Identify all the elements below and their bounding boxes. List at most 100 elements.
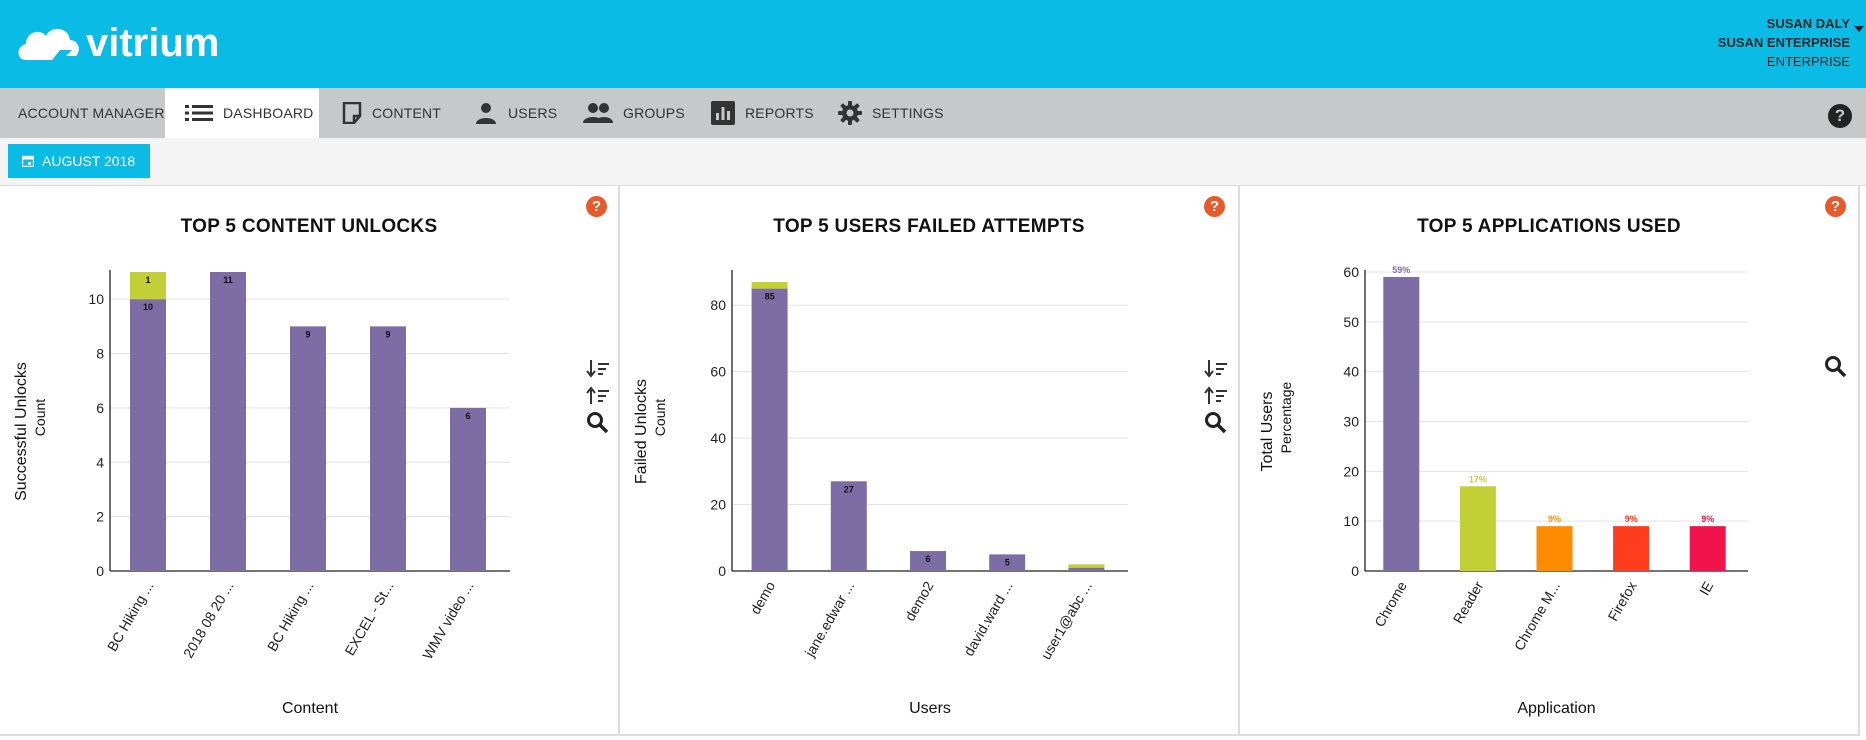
y-axis-subtitle: Count (32, 399, 48, 436)
bar (290, 326, 326, 571)
applications-used-panel: TOP 5 APPLICATIONS USED ? 0 10 20 30 40 50 60 5… (1240, 186, 1860, 736)
x-tick-label: demo2 (901, 578, 936, 623)
users-failed-attempts-chart: 0 20 40 60 80 85 demo 27 jane.edwar ... 6 demo2 5 da… (633, 270, 1128, 717)
data-label: 6 (925, 554, 930, 564)
x-tick-label: Chrome (1371, 578, 1410, 629)
y-tick-label: 60 (710, 364, 726, 380)
data-label: 9% (1625, 514, 1638, 524)
company-name: SUSAN ENTERPRISE (1717, 35, 1850, 50)
user-menu[interactable]: SUSAN DALY SUSAN ENTERPRISE ENTERPRISE (1718, 14, 1850, 71)
bar (1459, 486, 1496, 571)
y-tick-label: 6 (96, 400, 104, 416)
data-label: 9% (1548, 514, 1561, 524)
cloud-icon (18, 28, 79, 60)
x-tick-label: user1@abc ... (1037, 579, 1095, 663)
applications-used-chart: 0 10 20 30 40 50 60 59% Chrome 17% Reader 9% Chrome … (1259, 264, 1748, 717)
data-label: 9 (305, 329, 310, 339)
plan-name: ENTERPRISE (1766, 54, 1850, 69)
bar (1689, 526, 1726, 571)
y-axis-title: Total Users (1259, 391, 1276, 471)
nav-settings[interactable]: SETTINGS (838, 88, 968, 138)
date-label: AUGUST 2018 (42, 153, 136, 169)
bar (1068, 564, 1105, 568)
y-tick-label: 0 (718, 563, 726, 579)
bar (751, 281, 788, 289)
y-axis-title: Failed Unlocks (633, 379, 650, 484)
group-icon (583, 103, 613, 123)
user-icon (476, 103, 496, 124)
nav-label: DASHBOARD (223, 105, 314, 121)
data-label: 17% (1469, 474, 1487, 484)
y-tick-label: 50 (1343, 314, 1359, 330)
y-tick-label: 80 (710, 297, 726, 313)
y-tick-label: 20 (710, 497, 726, 513)
data-label: 11 (223, 275, 233, 285)
bar (450, 407, 486, 571)
nav-reports[interactable]: REPORTS (711, 88, 821, 138)
y-tick-label: 8 (96, 346, 104, 362)
nav-label: CONTENT (372, 105, 442, 121)
x-tick-label: Firefox (1604, 579, 1639, 624)
x-axis-title: Content (282, 700, 339, 717)
x-tick-label: Reader (1450, 578, 1487, 626)
nav-label: SETTINGS (872, 105, 944, 121)
x-tick-label: demo (747, 578, 778, 617)
caret-down-icon[interactable] (1854, 26, 1864, 32)
x-axis-title: Users (909, 700, 951, 717)
bar (1068, 567, 1105, 571)
x-tick-label: Chrome M... (1511, 579, 1563, 654)
bar (1536, 526, 1573, 571)
y-tick-label: 60 (1343, 264, 1359, 280)
data-label: 9 (385, 329, 390, 339)
user-name: SUSAN DALY (1766, 16, 1850, 31)
logo-text: vitrium (86, 21, 219, 65)
nav-account-manager[interactable]: ACCOUNT MANAGER (0, 88, 165, 138)
nav-content[interactable]: CONTENT (342, 88, 472, 138)
y-axis-title: Successful Unlocks (13, 362, 30, 501)
y-tick-label: 0 (1351, 563, 1359, 579)
x-tick-label: WMV video ... (419, 579, 476, 662)
calendar-icon (22, 155, 34, 167)
y-tick-label: 2 (96, 509, 104, 525)
content-unlocks-panel: TOP 5 CONTENT UNLOCKS ? 0 2 4 6 8 10 10 1 BC Hik… (0, 186, 620, 736)
nav-groups[interactable]: GROUPS (583, 88, 703, 138)
y-tick-label: 20 (1343, 463, 1359, 479)
nav-users[interactable]: USERS (474, 88, 584, 138)
date-picker-button[interactable]: AUGUST 2018 (8, 144, 151, 178)
x-tick-label: jane.edwar ... (801, 579, 857, 661)
y-tick-label: 40 (1343, 364, 1359, 380)
document-icon (342, 102, 362, 124)
y-axis-subtitle: Count (652, 399, 668, 436)
data-label: 59% (1392, 265, 1410, 275)
y-tick-label: 4 (96, 454, 104, 470)
users-failed-attempts-panel: TOP 5 USERS FAILED ATTEMPTS ? 0 20 40 60 80 8… (620, 186, 1240, 736)
dashboard-toolbar: AUGUST 2018 (0, 138, 1866, 186)
help-icon[interactable]: ? (1828, 104, 1852, 128)
x-tick-label: IE (1696, 579, 1716, 598)
data-label: 9% (1701, 514, 1714, 524)
bar (751, 288, 788, 571)
x-tick-label: EXCEL - St... (341, 579, 396, 659)
app-header: vitrium SUSAN DALY SUSAN ENTERPRISE ENTE… (0, 0, 1866, 88)
list-icon (185, 105, 213, 121)
data-label: 10 (143, 302, 153, 312)
x-tick-label: BC Hiking ... (104, 579, 157, 654)
bar (210, 272, 246, 571)
main-nav: ACCOUNT MANAGER DASHBOARD CONTENT USERS … (0, 88, 1866, 138)
nav-dashboard[interactable]: DASHBOARD (165, 88, 319, 138)
nav-label: GROUPS (623, 105, 685, 121)
y-axis-subtitle: Percentage (1278, 381, 1294, 453)
y-tick-label: 0 (96, 563, 104, 579)
data-label: 6 (465, 411, 470, 421)
gear-icon (838, 101, 862, 125)
bar (130, 299, 166, 571)
y-tick-label: 40 (710, 430, 726, 446)
nav-label: USERS (508, 105, 558, 121)
x-tick-label: david.ward ... (960, 579, 1015, 659)
data-label: 27 (844, 484, 854, 494)
y-tick-label: 10 (88, 291, 104, 307)
vitrium-logo[interactable]: vitrium (16, 16, 256, 68)
data-label: 1 (145, 275, 150, 285)
bar-chart-icon (711, 101, 735, 125)
y-tick-label: 10 (1343, 513, 1359, 529)
